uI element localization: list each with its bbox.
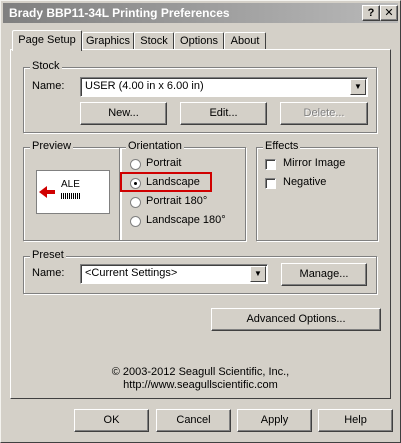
preview-group-label: Preview [30,140,74,152]
label-preview: ALE [36,170,110,214]
copyright-text: © 2003-2012 Seagull Scientific, Inc., [111,366,290,378]
preview-sample-text: ALE [61,179,80,190]
cancel-button[interactable]: Cancel [156,409,231,432]
landscape-180-radio[interactable] [130,216,141,227]
page-setup-panel: Stock Name: USER (4.00 in x 6.00 in) ▼ N… [10,49,391,399]
preset-name-dropdown[interactable]: <Current Settings> ▼ [80,264,268,284]
copyright-url: http://www.seagullscientific.com [123,379,278,391]
tab-page-setup[interactable]: Page Setup [12,30,82,51]
preset-selected-value: <Current Settings> [85,267,178,279]
preset-group: Preset Name: <Current Settings> ▼ Manage… [23,249,377,294]
negative-checkbox[interactable] [265,178,276,189]
manage-preset-button[interactable]: Manage... [281,263,367,286]
delete-stock-button[interactable]: Delete... [280,102,368,125]
effects-group-label: Effects [263,140,301,152]
preview-group: Preview ALE [23,140,121,241]
advanced-options-button[interactable]: Advanced Options... [211,308,381,331]
stock-selected-value: USER (4.00 in x 6.00 in) [85,80,204,92]
tab-about[interactable]: About [224,32,266,50]
stock-group-label: Stock [30,60,62,72]
landscape-180-label[interactable]: Landscape 180° [146,214,226,226]
tab-stock[interactable]: Stock [134,32,174,50]
window-title: Brady BBP11-34L Printing Preferences [9,6,230,20]
portrait-label[interactable]: Portrait [146,157,181,169]
effects-group: Effects Mirror Image Negative [256,140,378,241]
preset-name-label: Name: [32,267,65,279]
preset-group-label: Preset [30,249,66,261]
ok-button[interactable]: OK [74,409,149,432]
title-bar[interactable]: Brady BBP11-34L Printing Preferences ? ✕ [3,3,398,23]
chevron-down-icon[interactable]: ▼ [350,79,366,95]
stock-group: Stock Name: USER (4.00 in x 6.00 in) ▼ N… [23,60,377,133]
barcode-icon [61,193,81,199]
chevron-down-icon[interactable]: ▼ [250,266,266,282]
negative-label[interactable]: Negative [283,176,326,188]
portrait-radio[interactable] [130,159,141,170]
landscape-highlight [120,172,212,192]
stock-name-dropdown[interactable]: USER (4.00 in x 6.00 in) ▼ [80,77,368,97]
apply-button[interactable]: Apply [237,409,312,432]
portrait-180-radio[interactable] [130,197,141,208]
edit-stock-button[interactable]: Edit... [180,102,267,125]
arrow-shaft [46,190,55,194]
portrait-180-label[interactable]: Portrait 180° [146,195,207,207]
new-stock-button[interactable]: New... [80,102,167,125]
orientation-group: Orientation Portrait Landscape Portrait … [119,140,246,241]
tab-graphics[interactable]: Graphics [82,32,134,50]
mirror-image-checkbox[interactable] [265,159,276,170]
mirror-image-label[interactable]: Mirror Image [283,157,345,169]
tab-options[interactable]: Options [174,32,224,50]
help-title-button[interactable]: ? [362,5,380,21]
orientation-group-label: Orientation [126,140,184,152]
close-icon[interactable]: ✕ [380,5,398,21]
help-button[interactable]: Help [318,409,393,432]
stock-name-label: Name: [32,80,65,92]
